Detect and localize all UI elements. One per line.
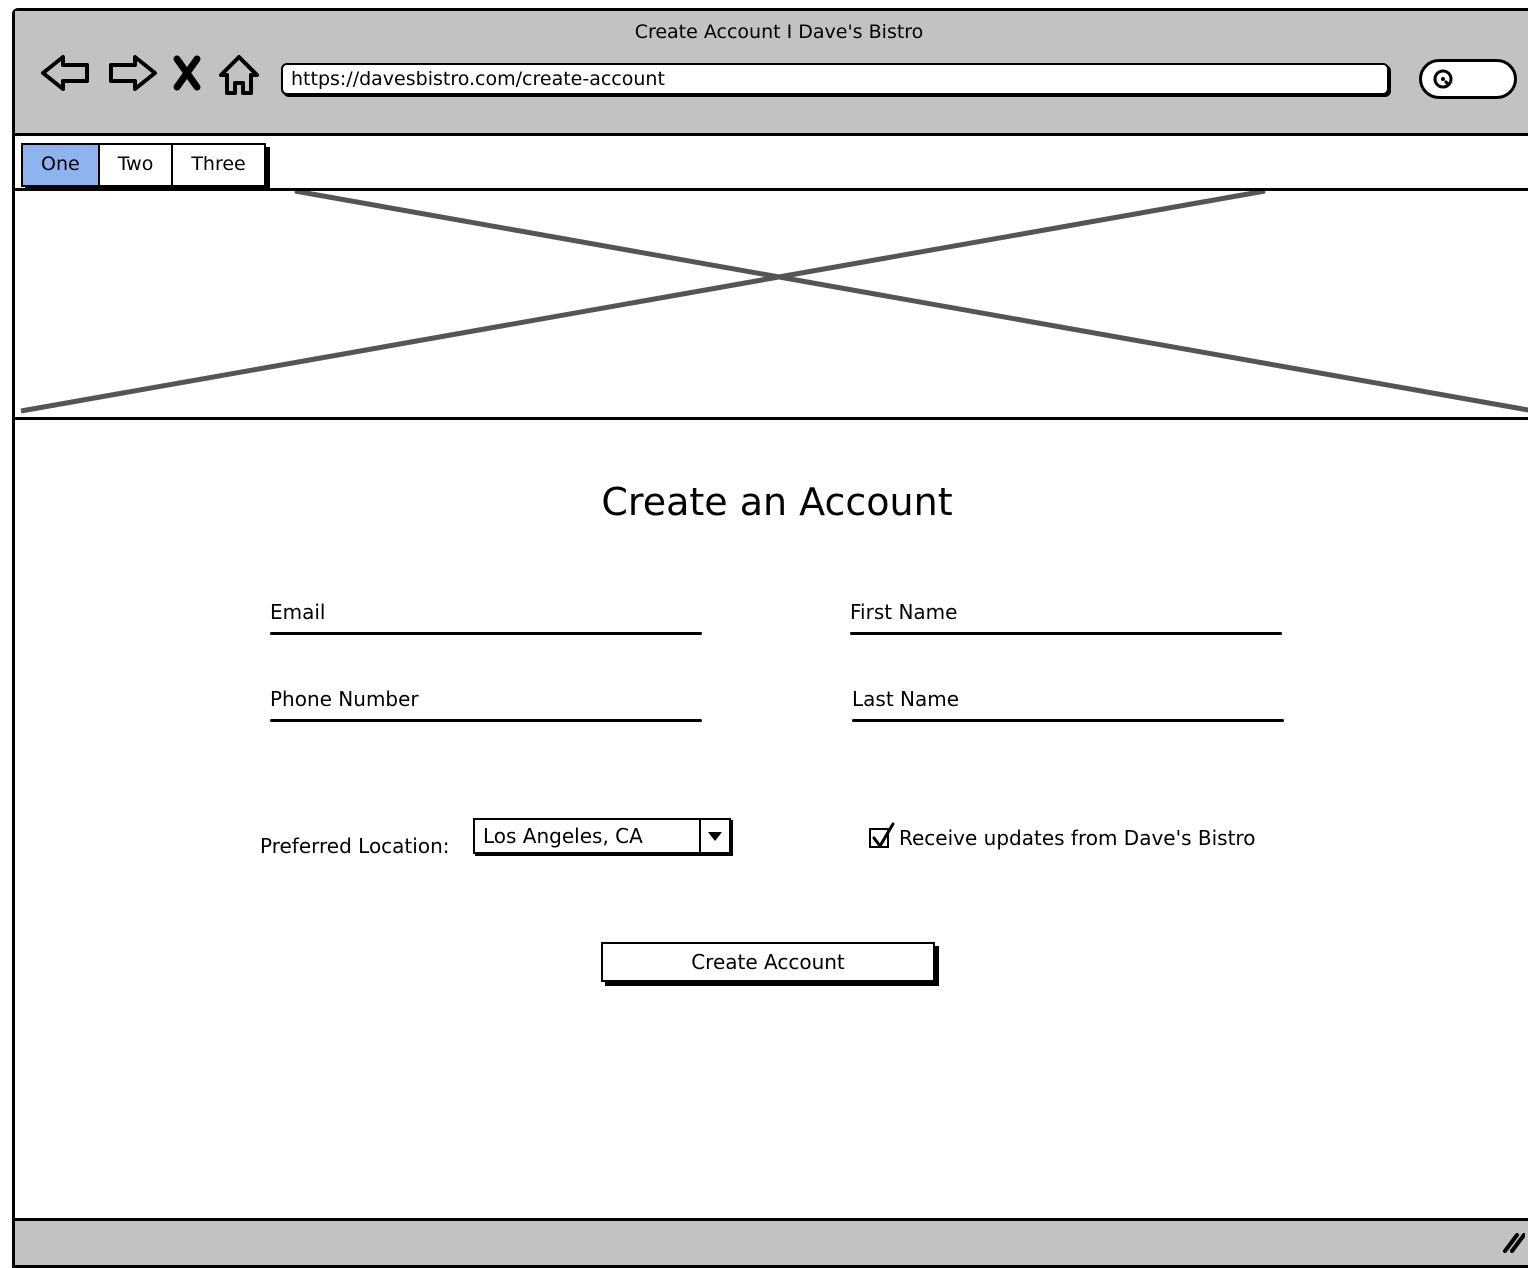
account-form: Create an Account Email First Name Phone… <box>15 420 1528 1221</box>
window-title: Create Account I Dave's Bistro <box>634 21 924 43</box>
forward-arrow-icon[interactable] <box>103 47 159 103</box>
phone-field[interactable]: Phone Number <box>270 687 702 722</box>
location-value: Los Angeles, CA <box>483 824 643 848</box>
tab-group: One Two Three <box>21 143 266 187</box>
first-name-label: First Name <box>850 600 958 624</box>
updates-checkbox-row[interactable]: Receive updates from Dave's Bistro <box>869 822 1256 850</box>
email-underline <box>270 632 702 635</box>
image-placeholder-cross <box>20 191 1528 414</box>
location-label: Preferred Location: <box>260 834 450 858</box>
first-name-underline <box>850 632 1282 635</box>
page-title: Create an Account <box>601 480 953 524</box>
email-label: Email <box>270 600 326 624</box>
search-icon <box>1433 69 1453 89</box>
tab-one[interactable]: One <box>23 145 100 185</box>
search-field[interactable] <box>1419 59 1517 99</box>
last-name-label: Last Name <box>852 687 960 711</box>
tab-bar: One Two Three <box>15 136 1528 191</box>
last-name-underline <box>852 719 1284 722</box>
updates-checkbox[interactable] <box>869 822 895 848</box>
home-icon[interactable] <box>215 47 271 103</box>
checkmark-icon <box>872 822 895 848</box>
create-account-button[interactable]: Create Account <box>601 942 935 982</box>
address-bar[interactable]: https://davesbistro.com/create-account <box>281 63 1389 95</box>
last-name-field[interactable]: Last Name <box>852 687 1284 722</box>
email-field[interactable]: Email <box>270 600 702 635</box>
chevron-down-icon[interactable] <box>699 820 729 852</box>
status-bar <box>15 1218 1528 1265</box>
location-select[interactable]: Los Angeles, CA <box>473 818 731 854</box>
hero-image-placeholder <box>15 191 1528 420</box>
tab-two[interactable]: Two <box>100 145 174 185</box>
phone-underline <box>270 719 702 722</box>
resize-grip-icon[interactable] <box>1503 1229 1525 1253</box>
first-name-field[interactable]: First Name <box>850 600 1282 635</box>
browser-chrome: Create Account I Dave's Bistro https://d… <box>15 11 1528 136</box>
tab-three[interactable]: Three <box>173 145 263 185</box>
updates-label: Receive updates from Dave's Bistro <box>899 826 1256 850</box>
browser-window: Create Account I Dave's Bistro https://d… <box>12 8 1528 1268</box>
back-arrow-icon[interactable] <box>39 47 95 103</box>
phone-label: Phone Number <box>270 687 419 711</box>
